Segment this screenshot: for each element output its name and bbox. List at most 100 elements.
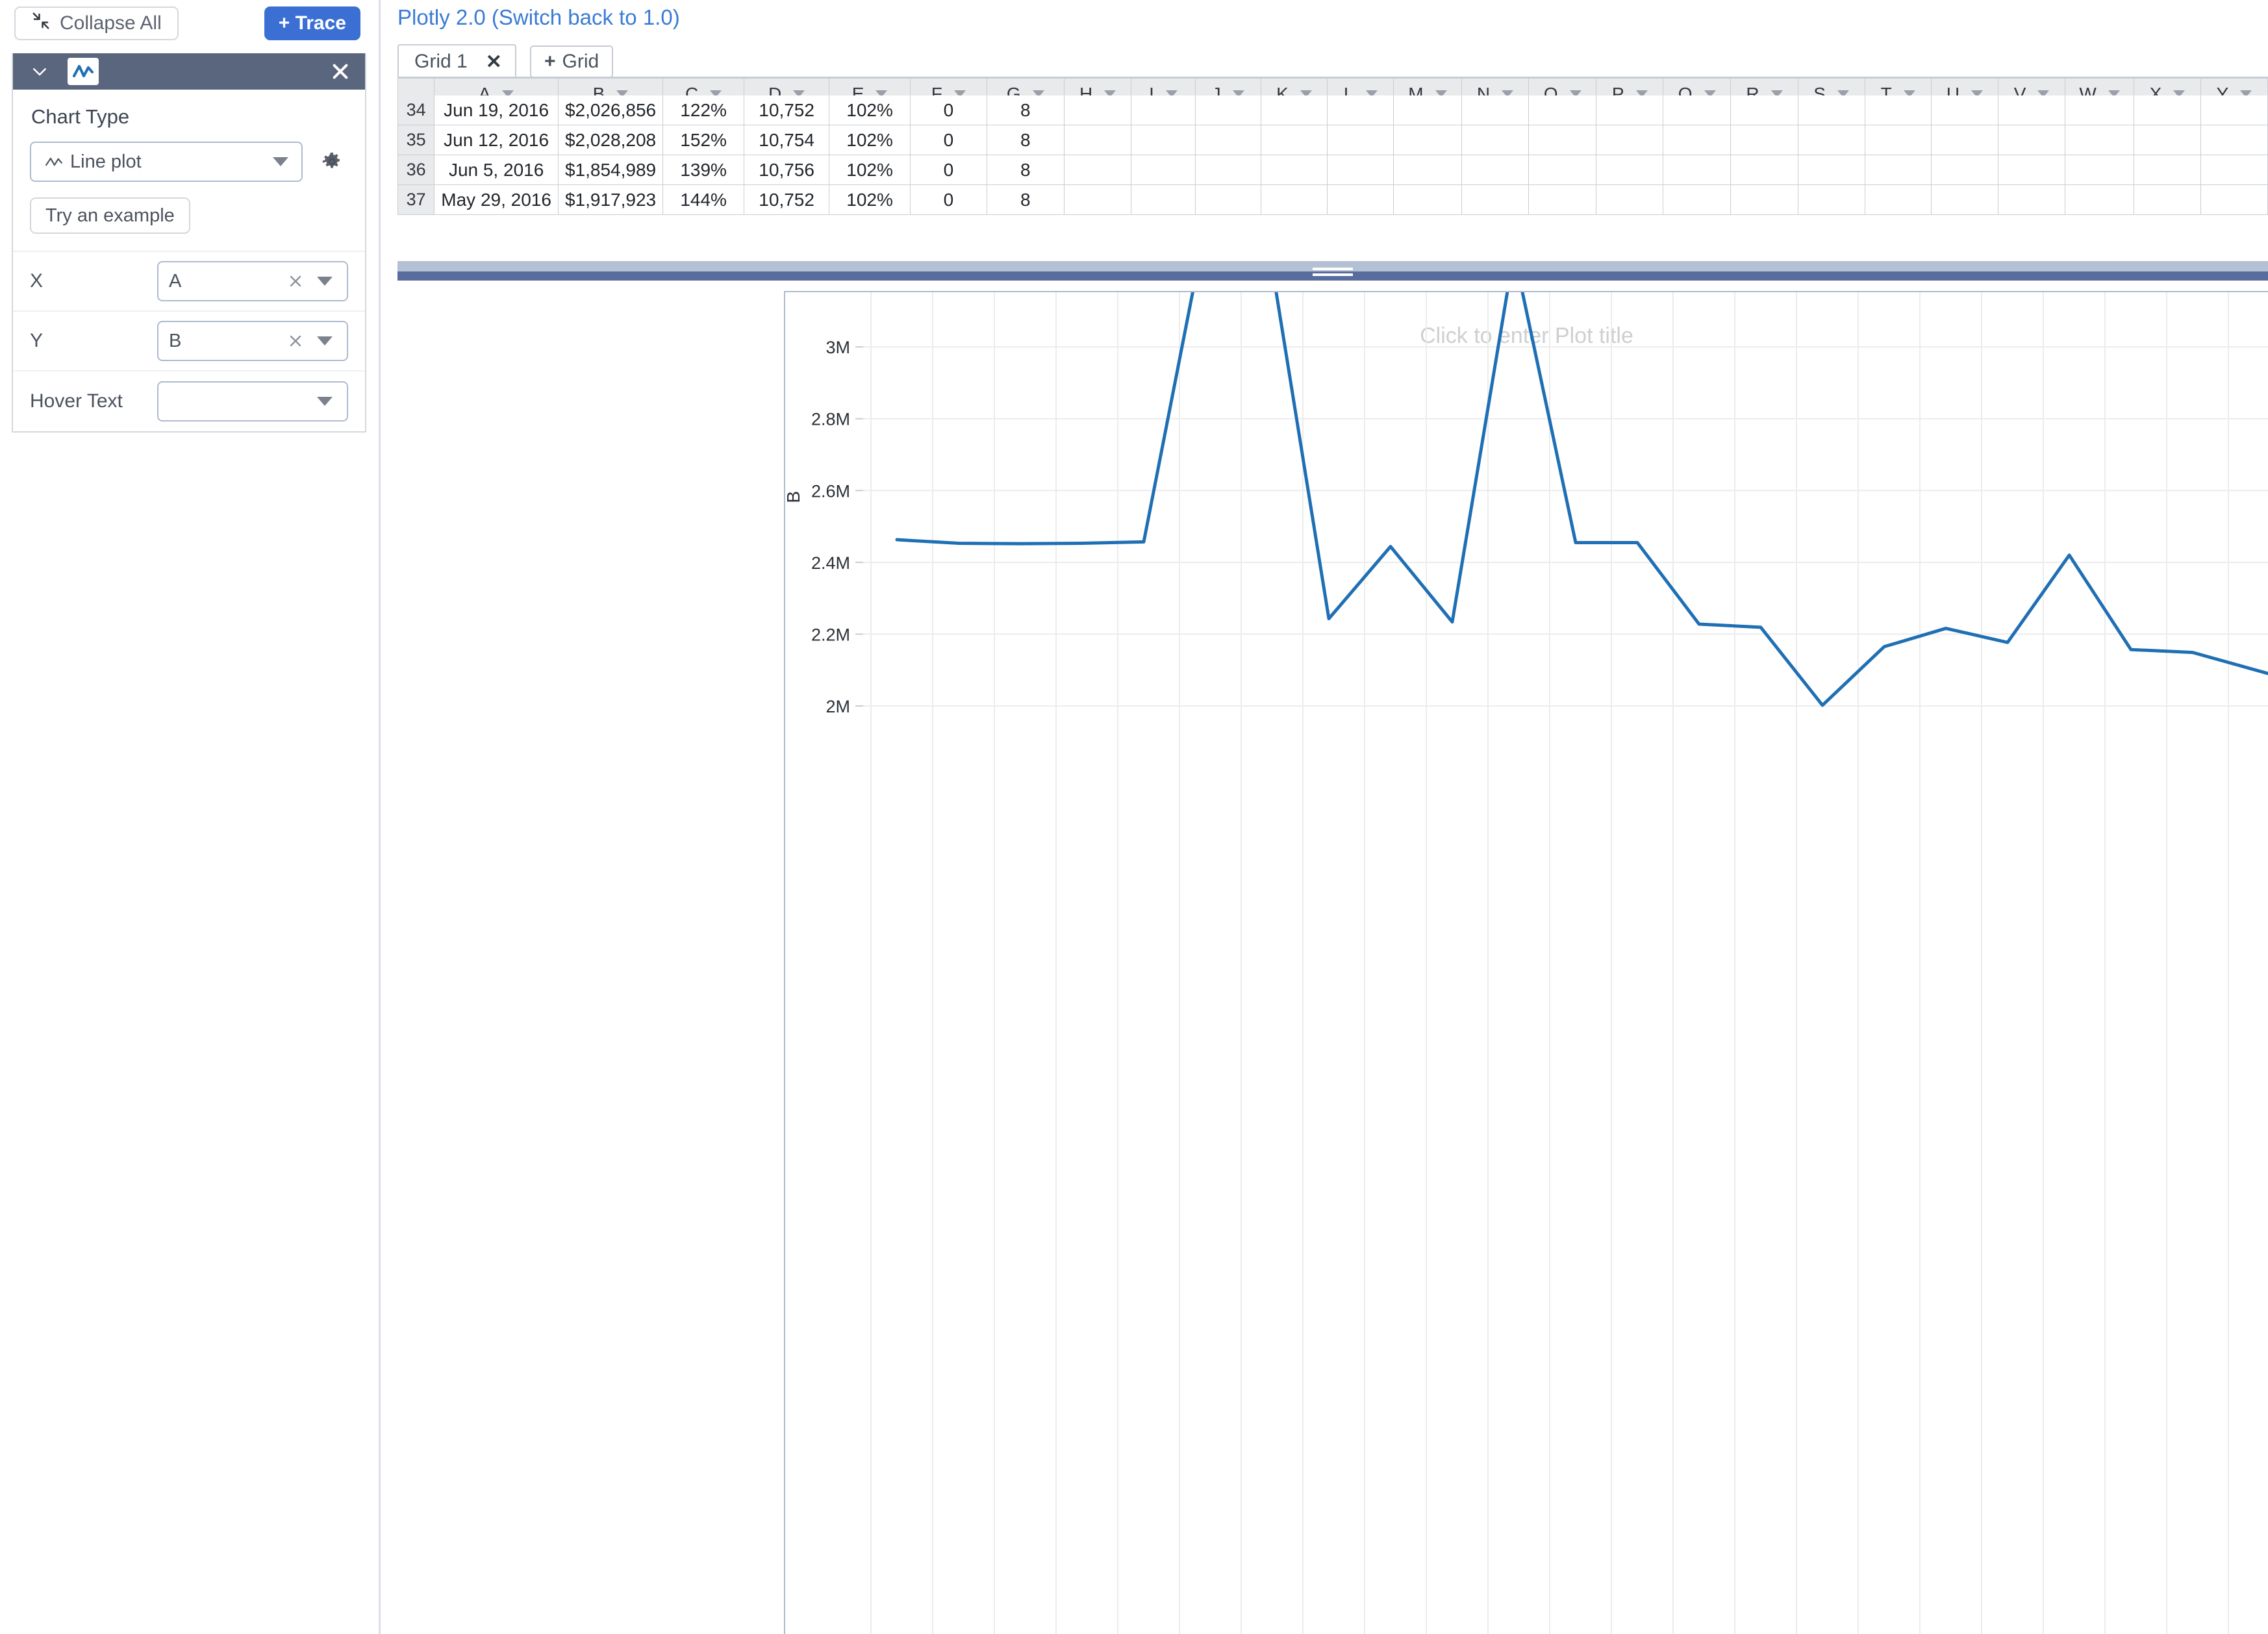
cell-w-35[interactable] bbox=[2065, 125, 2135, 155]
cell-m-36[interactable] bbox=[1392, 155, 1462, 185]
cell-t-35[interactable] bbox=[1864, 125, 1932, 155]
cell-t-34[interactable] bbox=[1864, 95, 1932, 125]
cell-h-35[interactable] bbox=[1063, 125, 1132, 155]
cell-m-37[interactable] bbox=[1392, 184, 1462, 215]
cell-s-35[interactable] bbox=[1797, 125, 1865, 155]
cell-v-35[interactable] bbox=[1998, 125, 2066, 155]
cell-e-34[interactable]: 102% bbox=[829, 95, 911, 125]
cell-o-35[interactable] bbox=[1528, 125, 1597, 155]
cell-i-34[interactable] bbox=[1131, 95, 1196, 125]
add-grid-button[interactable]: + Grid bbox=[530, 45, 614, 78]
cell-l-36[interactable] bbox=[1327, 155, 1394, 185]
cell-e-37[interactable]: 102% bbox=[829, 184, 911, 215]
hover-text-select[interactable] bbox=[157, 381, 348, 421]
cell-s-37[interactable] bbox=[1797, 184, 1865, 215]
chevron-down-icon[interactable] bbox=[26, 58, 53, 85]
cell-k-35[interactable] bbox=[1260, 125, 1328, 155]
cell-m-35[interactable] bbox=[1392, 125, 1462, 155]
cell-i-37[interactable] bbox=[1131, 184, 1196, 215]
cell-t-37[interactable] bbox=[1864, 184, 1932, 215]
cell-q-34[interactable] bbox=[1663, 95, 1732, 125]
line-plot-icon[interactable] bbox=[68, 58, 99, 85]
cell-o-36[interactable] bbox=[1528, 155, 1597, 185]
cell-i-36[interactable] bbox=[1131, 155, 1196, 185]
cell-g-34[interactable]: 8 bbox=[986, 95, 1065, 125]
table-row[interactable]: 34 Jun 19, 2016 $2,026,856 122% 10,752 102% 0 8 bbox=[397, 95, 2268, 125]
clear-x-icon[interactable] bbox=[284, 270, 307, 292]
cell-c-36[interactable]: 139% bbox=[662, 155, 745, 185]
cell-d-37[interactable]: 10,752 bbox=[744, 184, 830, 215]
cell-g-35[interactable]: 8 bbox=[986, 125, 1065, 155]
cell-a-34[interactable]: Jun 19, 2016 bbox=[434, 95, 559, 125]
cell-j-35[interactable] bbox=[1194, 125, 1261, 155]
cell-h-34[interactable] bbox=[1063, 95, 1132, 125]
cell-e-36[interactable]: 102% bbox=[829, 155, 911, 185]
close-icon[interactable]: ✕ bbox=[486, 51, 502, 73]
cell-u-36[interactable] bbox=[1930, 155, 1999, 185]
cell-k-36[interactable] bbox=[1260, 155, 1328, 185]
add-trace-button[interactable]: + Trace bbox=[264, 6, 360, 40]
cell-s-36[interactable] bbox=[1797, 155, 1865, 185]
cell-q-35[interactable] bbox=[1663, 125, 1732, 155]
cell-q-37[interactable] bbox=[1663, 184, 1732, 215]
cell-p-34[interactable] bbox=[1596, 95, 1664, 125]
cell-x-37[interactable] bbox=[2134, 184, 2201, 215]
row-number[interactable]: 35 bbox=[397, 125, 435, 155]
cell-x-35[interactable] bbox=[2134, 125, 2201, 155]
cell-o-37[interactable] bbox=[1528, 184, 1597, 215]
cell-f-36[interactable]: 0 bbox=[910, 155, 987, 185]
cell-n-37[interactable] bbox=[1461, 184, 1530, 215]
try-an-example-button[interactable]: Try an example bbox=[30, 197, 190, 234]
cell-l-37[interactable] bbox=[1327, 184, 1394, 215]
cell-b-34[interactable]: $2,026,856 bbox=[557, 95, 664, 125]
cell-y-37[interactable] bbox=[2200, 184, 2268, 215]
cell-y-36[interactable] bbox=[2200, 155, 2268, 185]
cell-u-34[interactable] bbox=[1930, 95, 1999, 125]
cell-n-35[interactable] bbox=[1461, 125, 1530, 155]
app-title-link[interactable]: Plotly 2.0 (Switch back to 1.0) bbox=[397, 5, 680, 30]
cell-w-37[interactable] bbox=[2065, 184, 2135, 215]
close-icon[interactable] bbox=[327, 58, 353, 84]
cell-a-35[interactable]: Jun 12, 2016 bbox=[434, 125, 559, 155]
table-row[interactable]: 35 Jun 12, 2016 $2,028,208 152% 10,754 102% 0 8 bbox=[397, 125, 2268, 155]
cell-l-35[interactable] bbox=[1327, 125, 1394, 155]
x-axis-select[interactable]: A bbox=[157, 261, 348, 301]
cell-h-37[interactable] bbox=[1063, 184, 1132, 215]
chart-type-select[interactable]: Line plot bbox=[30, 142, 303, 182]
cell-d-34[interactable]: 10,752 bbox=[744, 95, 830, 125]
cell-x-36[interactable] bbox=[2134, 155, 2201, 185]
drag-handle-icon[interactable] bbox=[1313, 268, 1353, 281]
cell-x-34[interactable] bbox=[2134, 95, 2201, 125]
cell-i-35[interactable] bbox=[1131, 125, 1196, 155]
cell-h-36[interactable] bbox=[1063, 155, 1132, 185]
cell-q-36[interactable] bbox=[1663, 155, 1732, 185]
line-series-b[interactable] bbox=[895, 292, 2268, 707]
clear-y-icon[interactable] bbox=[284, 330, 307, 352]
table-row[interactable]: 37 May 29, 2016 $1,917,923 144% 10,752 102% 0 8 bbox=[397, 184, 2268, 215]
cell-k-37[interactable] bbox=[1260, 184, 1328, 215]
cell-p-37[interactable] bbox=[1596, 184, 1664, 215]
table-row[interactable]: 36 Jun 5, 2016 $1,854,989 139% 10,756 102% 0 8 bbox=[397, 155, 2268, 185]
cell-j-37[interactable] bbox=[1194, 184, 1261, 215]
y-axis-select[interactable]: B bbox=[157, 321, 348, 361]
collapse-all-button[interactable]: Collapse All bbox=[14, 6, 179, 40]
row-number[interactable]: 36 bbox=[397, 155, 435, 185]
cell-u-35[interactable] bbox=[1930, 125, 1999, 155]
cell-p-36[interactable] bbox=[1596, 155, 1664, 185]
cell-u-37[interactable] bbox=[1930, 184, 1999, 215]
line-chart[interactable]: 3.4M3.2M3M2.8M2.6M2.4M2.2M2MB bbox=[785, 292, 2268, 1634]
cell-c-35[interactable]: 152% bbox=[662, 125, 745, 155]
cell-b-36[interactable]: $1,854,989 bbox=[557, 155, 664, 185]
tab-grid-1[interactable]: Grid 1 ✕ bbox=[397, 44, 516, 78]
cell-v-37[interactable] bbox=[1998, 184, 2066, 215]
cell-r-37[interactable] bbox=[1730, 184, 1798, 215]
cell-v-34[interactable] bbox=[1998, 95, 2066, 125]
cell-g-37[interactable]: 8 bbox=[986, 184, 1065, 215]
cell-b-37[interactable]: $1,917,923 bbox=[557, 184, 664, 215]
cell-b-35[interactable]: $2,028,208 bbox=[557, 125, 664, 155]
row-number[interactable]: 37 bbox=[397, 184, 435, 215]
cell-l-34[interactable] bbox=[1327, 95, 1394, 125]
gear-icon[interactable] bbox=[316, 145, 348, 178]
cell-v-36[interactable] bbox=[1998, 155, 2066, 185]
panel-splitter[interactable] bbox=[397, 261, 2268, 281]
